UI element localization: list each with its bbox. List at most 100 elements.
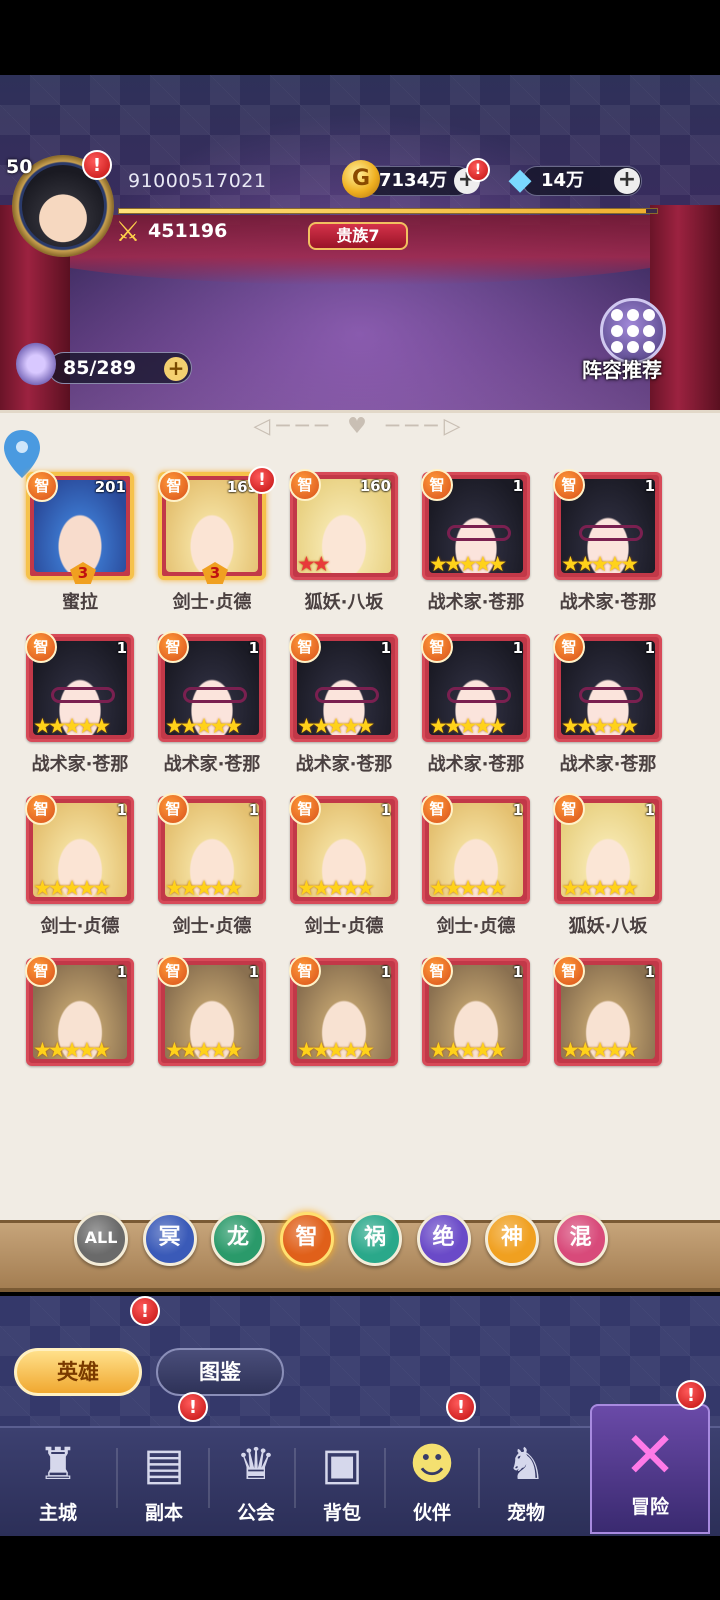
hero-level: 1	[512, 801, 523, 819]
gold-coin-icon: G	[342, 160, 380, 198]
filter-element-7[interactable]: 混	[553, 1212, 608, 1266]
hero-card[interactable]: 智 1 ★★★★★	[157, 955, 266, 1066]
star-rating: ★★★★★	[429, 876, 507, 900]
glasses-detail	[579, 525, 643, 541]
hero-card[interactable]: 智 1 ★★★★★	[421, 469, 530, 580]
hero-level: 1	[512, 963, 523, 981]
nav-label: 副本	[144, 1502, 183, 1524]
nav-item-2[interactable]: ♛ 公会	[212, 1430, 300, 1530]
status-bar	[0, 0, 720, 75]
hero-name: 狐妖·八坂	[304, 592, 384, 613]
hero-card[interactable]: 智 1 ★★★★★	[553, 955, 662, 1066]
glasses-detail	[447, 525, 511, 541]
hero-card[interactable]: 智 1 ★★★★★	[421, 631, 530, 742]
star-rating: ★★	[297, 552, 331, 576]
star-rating: ★★★★★	[561, 1038, 639, 1062]
hero-card[interactable]: 智 1 ★★★★★	[553, 469, 662, 580]
hero-name: 战术家·苍那	[559, 592, 657, 613]
gold-alert-badge: !	[466, 158, 490, 182]
glasses-detail	[51, 687, 115, 703]
star-rating: ★★★★★	[561, 714, 639, 738]
hero-card[interactable]: 智 1 ★★★★★	[25, 955, 134, 1066]
glasses-detail	[315, 687, 379, 703]
filter-all[interactable]: ALL	[74, 1212, 128, 1266]
nav-item-3[interactable]: ▣ 背包	[298, 1430, 386, 1530]
element-badge: 智	[553, 631, 585, 663]
nav-divider	[116, 1448, 118, 1508]
hero-name: 剑士·贞德	[304, 916, 384, 937]
nav-item-1[interactable]: ▤ 副本	[120, 1430, 208, 1530]
backpack-icon: ▣	[321, 1439, 363, 1490]
hero-card[interactable]: 智 1 ★★★★★	[421, 955, 530, 1066]
star-rating: ★★★★★	[165, 714, 243, 738]
add-diamond-button[interactable]: +	[614, 168, 640, 194]
star-rating: ★★★★★	[33, 714, 111, 738]
grid-dot-icon	[627, 309, 639, 321]
hero-card[interactable]: 智 1 ★★★★★	[289, 793, 398, 904]
star-rating: ★★★★★	[33, 876, 111, 900]
experience-bar	[118, 208, 658, 214]
star-rating: ★★★★★	[297, 1038, 375, 1062]
hero-card[interactable]: 智 1 ★★★★★	[25, 631, 134, 742]
crossed-swords-icon: ⚔	[115, 215, 141, 248]
pet-icon: ♞	[506, 1439, 546, 1490]
hero-card[interactable]: 智 160 ★★	[289, 469, 398, 580]
filter-element-1[interactable]: 冥	[142, 1212, 197, 1266]
star-rating: ★★★★★	[33, 1038, 111, 1062]
element-badge: 智	[26, 470, 58, 502]
hero-name: 剑士·贞德	[40, 916, 120, 937]
hero-portrait-icon	[16, 342, 56, 386]
filter-element-2[interactable]: 龙	[211, 1212, 265, 1266]
star-rating: ★★★★★	[429, 552, 507, 576]
hero-level: 160	[359, 477, 391, 495]
nav-item-5[interactable]: ♞ 宠物	[482, 1430, 570, 1530]
gold-amount: 7134万	[379, 170, 448, 191]
hero-level: 1	[116, 963, 127, 981]
filter-element-4[interactable]: 祸	[348, 1212, 402, 1266]
hero-level: 1	[512, 639, 523, 657]
book-icon: ▤	[143, 1439, 185, 1490]
star-rating: ★★★★★	[561, 552, 639, 576]
hero-card[interactable]: 智 1 ★★★★★	[421, 793, 530, 904]
hero-name: 战术家·苍那	[427, 754, 525, 775]
nav-label: 公会	[236, 1502, 275, 1524]
expand-capacity-button[interactable]: +	[164, 357, 188, 381]
hero-card[interactable]: 智 1 ★★★★★	[289, 631, 398, 742]
element-badge: 智	[289, 955, 321, 987]
nav-label: 主城	[38, 1502, 77, 1524]
hero-level: 1	[512, 477, 523, 495]
hero-level: 1	[116, 639, 127, 657]
element-badge: 智	[553, 955, 585, 987]
castle-icon: ♜	[38, 1439, 78, 1490]
nav-adventure[interactable]: ✕ 冒险	[590, 1404, 710, 1534]
combat-power: 451196	[148, 220, 228, 242]
player-id: 91000517021	[128, 170, 267, 192]
noble-rank-badge[interactable]: 贵族7	[308, 222, 408, 250]
hero-card[interactable]: 智 1 ★★★★★	[553, 793, 662, 904]
tab-codex[interactable]: 图鉴	[156, 1348, 284, 1396]
filter-element-5[interactable]: 绝	[416, 1212, 471, 1266]
nav-item-0[interactable]: ♜ 主城	[14, 1430, 102, 1530]
hero-level: 1	[380, 963, 391, 981]
nav-item-4[interactable]: ☻ 伙伴	[388, 1430, 476, 1530]
grid-dot-icon	[627, 325, 639, 337]
tab-hero[interactable]: 英雄	[14, 1348, 142, 1396]
element-badge: 智	[553, 793, 585, 825]
hero-card[interactable]: 智 1 ★★★★★	[157, 793, 266, 904]
element-badge: 智	[289, 469, 321, 501]
element-badge: 智	[421, 469, 453, 501]
hero-card[interactable]: 智 165 3!	[158, 466, 276, 584]
hero-card[interactable]: 智 201 3	[26, 470, 134, 584]
filter-element-3[interactable]: 智	[279, 1212, 334, 1266]
hero-card[interactable]: 智 1 ★★★★★	[553, 631, 662, 742]
formation-recommend-label[interactable]: 阵容推荐	[582, 354, 662, 383]
hero-card[interactable]: 智 1 ★★★★★	[289, 955, 398, 1066]
hero-alert-badge: !	[248, 466, 276, 494]
hero-name: 狐妖·八坂	[568, 916, 648, 937]
glasses-detail	[183, 687, 247, 703]
filter-element-6[interactable]: 神	[485, 1212, 539, 1266]
hero-card[interactable]: 智 1 ★★★★★	[157, 631, 266, 742]
nav-alert-badge: !	[178, 1392, 208, 1422]
hero-card[interactable]: 智 1 ★★★★★	[25, 793, 134, 904]
hero-tab-alert-badge: !	[130, 1296, 160, 1326]
